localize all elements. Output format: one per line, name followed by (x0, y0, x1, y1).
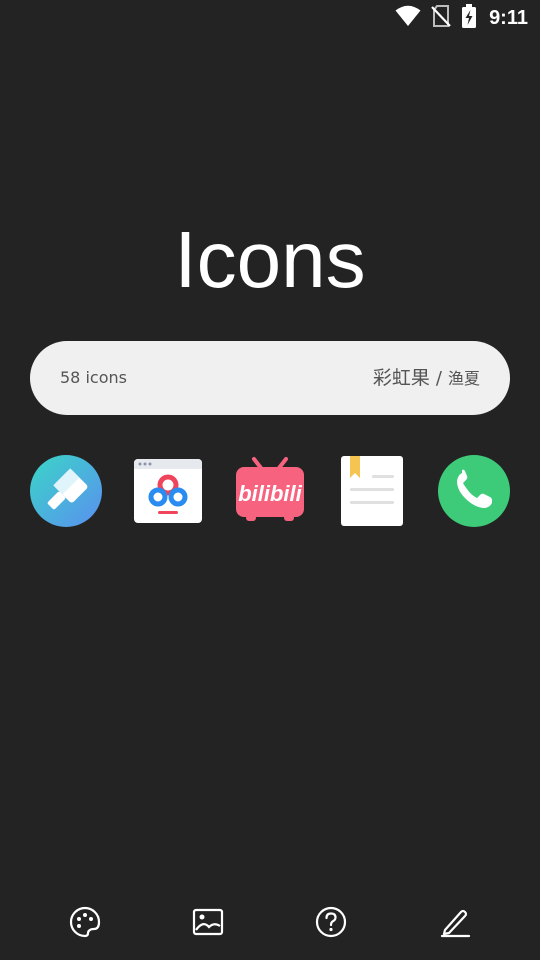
edit-button[interactable] (433, 902, 477, 946)
no-sim-icon (431, 5, 451, 31)
help-icon (314, 905, 348, 943)
author-main: 彩虹果 (372, 367, 430, 389)
page-title: Icons (174, 215, 366, 304)
bilibili-app-icon[interactable]: bilibili (234, 455, 306, 527)
edit-icon (438, 905, 472, 943)
svg-text:bilibili: bilibili (238, 481, 302, 506)
info-pill[interactable]: 58 icons 彩虹果 / 渔夏 (30, 341, 510, 415)
battery-charging-icon (461, 4, 477, 32)
palette-icon (68, 905, 102, 943)
notes-app-icon[interactable] (336, 455, 408, 527)
status-bar: 9:11 (0, 0, 540, 36)
author-second: 渔夏 (447, 369, 480, 388)
help-button[interactable] (309, 902, 353, 946)
palette-button[interactable] (63, 902, 107, 946)
cleaner-app-icon[interactable] (30, 455, 102, 527)
wallpaper-button[interactable] (186, 902, 230, 946)
phone-app-icon[interactable] (438, 455, 510, 527)
baidu-netdisk-app-icon[interactable] (132, 455, 204, 527)
status-icons: 9:11 (395, 4, 528, 32)
author-separator: / (435, 368, 442, 389)
wifi-icon (395, 5, 421, 31)
icon-count: 58 icons (60, 368, 127, 387)
bottom-nav (0, 890, 540, 960)
authors: 彩虹果 / 渔夏 (373, 341, 480, 416)
status-time: 9:11 (489, 7, 528, 29)
icon-preview-row: bilibili (30, 455, 510, 527)
image-icon (191, 905, 225, 943)
